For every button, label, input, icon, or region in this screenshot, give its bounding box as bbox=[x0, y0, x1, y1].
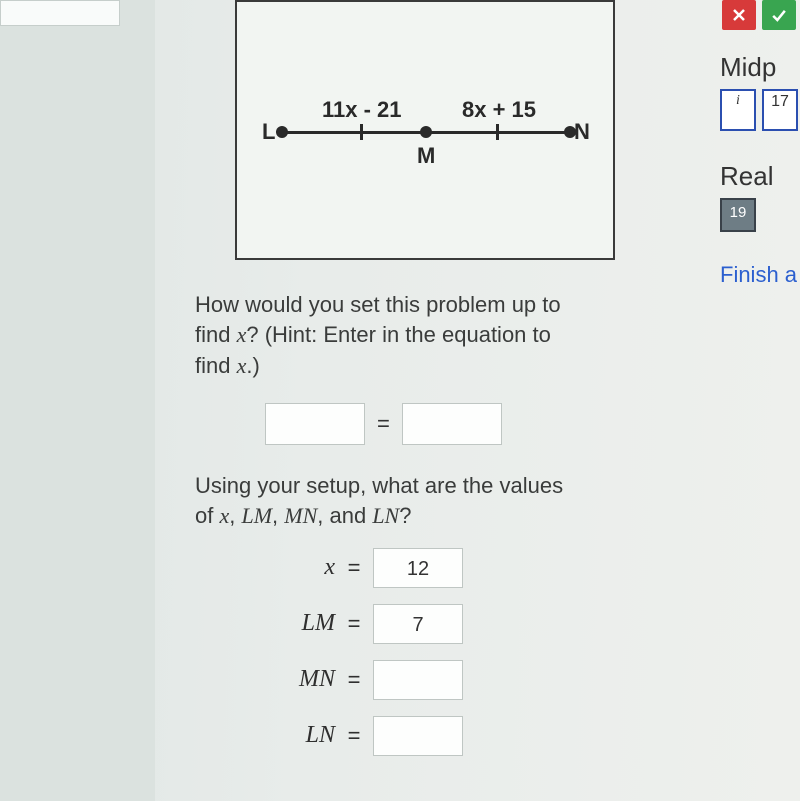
answer-lm-row: LM = 7 bbox=[255, 604, 635, 644]
q2-var-x: x bbox=[219, 503, 229, 528]
real-tile-group: 19 bbox=[720, 198, 800, 232]
q1-line1: How would you set this problem up to bbox=[195, 292, 561, 317]
tile-i-label: i bbox=[736, 93, 740, 109]
q2-line2-post: ? bbox=[399, 503, 411, 528]
answer-ln-eq: = bbox=[345, 723, 363, 749]
q2-sep2: , bbox=[272, 503, 284, 528]
finish-link[interactable]: Finish a bbox=[720, 262, 800, 288]
segment-drawing: 11x - 21 8x + 15 L N M bbox=[262, 97, 592, 167]
answer-x-input[interactable]: 12 bbox=[373, 548, 463, 588]
topleft-box bbox=[0, 0, 120, 26]
q2-sep3: , and bbox=[317, 503, 372, 528]
midpoint-m bbox=[420, 126, 432, 138]
answer-mn-eq: = bbox=[345, 667, 363, 693]
tile-17[interactable]: 17 bbox=[762, 89, 798, 131]
correct-button[interactable] bbox=[762, 0, 796, 30]
answer-ln-label: LN bbox=[255, 722, 335, 749]
answer-x-row: x = 12 bbox=[255, 548, 635, 588]
q1-line2-post: ? (Hint: Enter in the equation to bbox=[246, 322, 551, 347]
action-buttons-row bbox=[720, 0, 800, 30]
q2-line2-pre: of bbox=[195, 503, 219, 528]
endpoint-l bbox=[276, 126, 288, 138]
tile-19-label: 19 bbox=[730, 204, 747, 221]
left-margin-strip bbox=[0, 0, 155, 801]
answer-ln-row: LN = bbox=[255, 716, 635, 756]
equation-rhs-input[interactable] bbox=[402, 403, 502, 445]
tick-mark-2 bbox=[496, 124, 499, 140]
sidebar-title-real: Real bbox=[720, 161, 800, 192]
q2-line1: Using your setup, what are the values bbox=[195, 473, 563, 498]
tile-i[interactable]: i bbox=[720, 89, 756, 131]
sidebar: Midp i 17 Real 19 Finish a bbox=[720, 0, 800, 288]
answer-x-eq: = bbox=[345, 555, 363, 581]
segment-lm-expression: 11x - 21 bbox=[322, 97, 402, 123]
q2-var-ln: LN bbox=[372, 503, 399, 528]
question-values-text: Using your setup, what are the values of… bbox=[195, 471, 635, 532]
sidebar-title-midpoint: Midp bbox=[720, 52, 800, 83]
equation-setup-row: = bbox=[265, 403, 635, 445]
answer-mn-input[interactable] bbox=[373, 660, 463, 700]
tick-mark-1 bbox=[360, 124, 363, 140]
check-icon bbox=[769, 5, 789, 25]
main-content: 11x - 21 8x + 15 L N M How would you set… bbox=[195, 0, 635, 756]
q1-line2-pre: find bbox=[195, 322, 237, 347]
answer-mn-row: MN = bbox=[255, 660, 635, 700]
answer-x-label: x bbox=[255, 554, 335, 581]
q2-var-mn: MN bbox=[284, 503, 317, 528]
endpoint-n bbox=[564, 126, 576, 138]
q1-line3-post: .) bbox=[246, 353, 259, 378]
q2-var-lm: LM bbox=[241, 503, 272, 528]
q1-var-x-2: x bbox=[237, 353, 247, 378]
answer-lm-input[interactable]: 7 bbox=[373, 604, 463, 644]
point-m-label: M bbox=[417, 143, 435, 169]
tile-17-label: 17 bbox=[771, 93, 789, 111]
tile-19[interactable]: 19 bbox=[720, 198, 756, 232]
question-setup-text: How would you set this problem up to fin… bbox=[195, 290, 625, 381]
q1-line3-pre: find bbox=[195, 353, 237, 378]
q2-sep1: , bbox=[229, 503, 241, 528]
segment-mn-expression: 8x + 15 bbox=[462, 97, 536, 123]
equals-sign: = bbox=[377, 411, 390, 437]
equation-lhs-input[interactable] bbox=[265, 403, 365, 445]
midpoint-tile-group: i 17 bbox=[720, 89, 800, 131]
answer-ln-input[interactable] bbox=[373, 716, 463, 756]
q1-var-x-1: x bbox=[237, 322, 247, 347]
point-n-label: N bbox=[574, 119, 590, 145]
segment-figure: 11x - 21 8x + 15 L N M bbox=[235, 0, 615, 260]
incorrect-button[interactable] bbox=[722, 0, 756, 30]
x-icon bbox=[729, 5, 749, 25]
answer-mn-label: MN bbox=[255, 666, 335, 693]
point-l-label: L bbox=[262, 119, 275, 145]
answer-lm-eq: = bbox=[345, 611, 363, 637]
answer-lm-label: LM bbox=[255, 610, 335, 637]
